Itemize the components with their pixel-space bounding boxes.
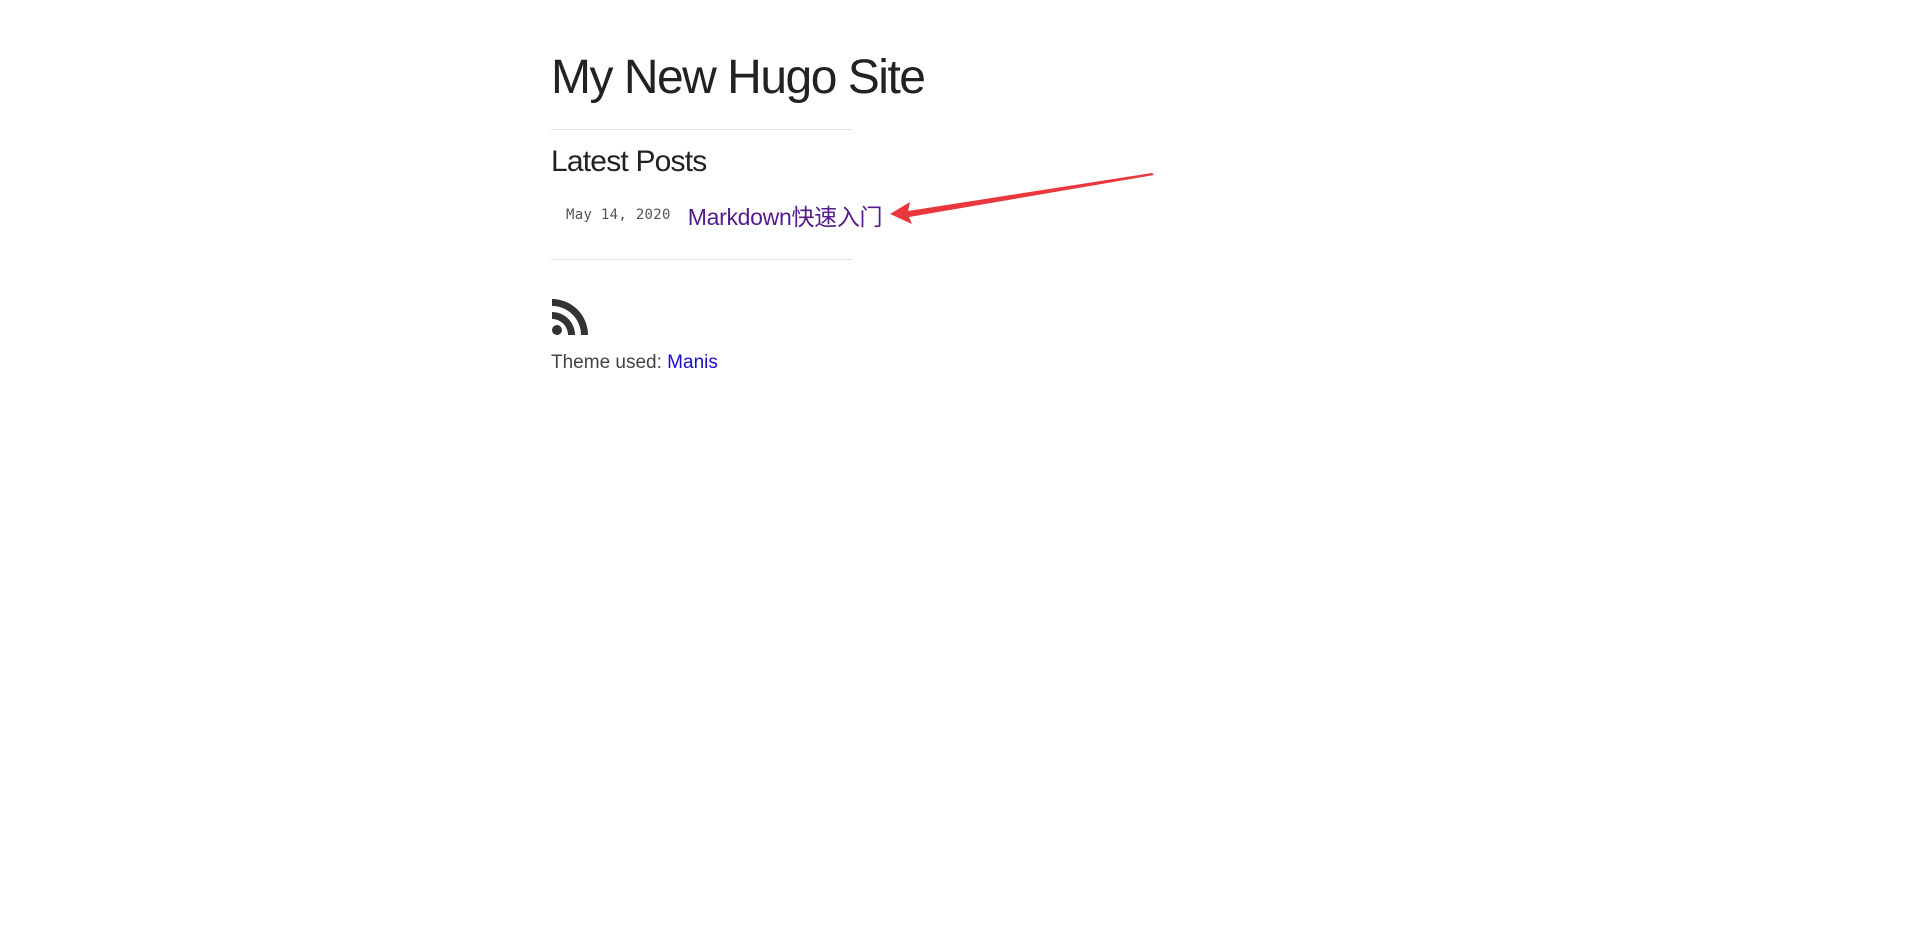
post-list-item: May 14, 2020 Markdown快速入门: [551, 198, 883, 232]
page: My New Hugo Site Latest Posts May 14, 20…: [0, 0, 1920, 934]
site-title[interactable]: My New Hugo Site: [551, 50, 926, 106]
divider-bottom: [551, 259, 852, 260]
rss-icon[interactable]: [551, 298, 589, 336]
theme-credit: Theme used: Manis: [551, 350, 718, 376]
post-date: May 14, 2020: [566, 207, 671, 223]
theme-credit-label: Theme used:: [551, 352, 668, 373]
annotation-arrow: [890, 173, 1154, 224]
theme-link[interactable]: Manis: [667, 352, 718, 373]
post-title-link[interactable]: Markdown快速入门: [688, 198, 883, 232]
divider-top: [551, 129, 852, 130]
latest-posts-heading: Latest Posts: [551, 145, 707, 178]
